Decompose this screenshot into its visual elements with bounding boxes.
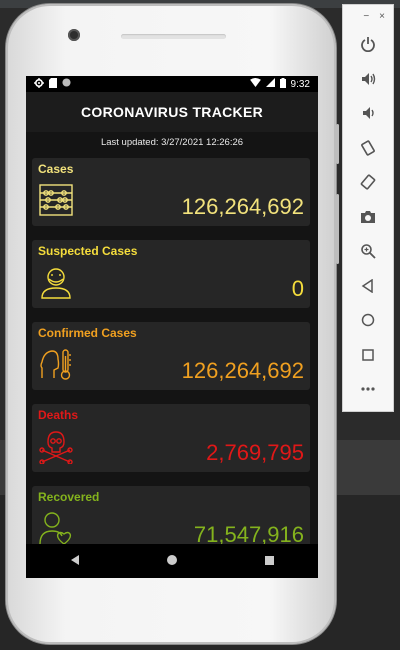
minimize-button[interactable]: − — [363, 11, 369, 22]
fever-thermometer-icon — [40, 349, 71, 380]
home-icon — [361, 314, 375, 327]
back-icon — [361, 278, 373, 293]
back-button[interactable] — [343, 269, 393, 304]
screenshot-button[interactable] — [343, 200, 393, 235]
home-icon — [166, 554, 177, 565]
volume-down-icon — [363, 107, 374, 120]
more-button[interactable] — [343, 372, 393, 407]
stat-card-deaths[interactable]: Deaths 2,769,795 — [32, 404, 310, 472]
toolbar-window-controls: − × — [343, 5, 393, 27]
volume-up-icon — [362, 72, 376, 85]
navigation-bar — [26, 544, 318, 578]
last-updated: Last updated: 3/27/2021 12:26:26 — [26, 132, 318, 152]
home-button[interactable] — [343, 303, 393, 338]
rotate-left-icon — [361, 140, 375, 156]
recovered-person-icon — [39, 512, 72, 544]
front-camera — [68, 29, 80, 41]
volume-up-button[interactable] — [343, 62, 393, 97]
card-title: Cases — [38, 162, 74, 176]
card-value: 126,264,692 — [181, 358, 304, 383]
phone-frame: 9:32 CORONAVIRUS TRACKER Last updated: 3… — [6, 4, 339, 644]
abacus-icon — [39, 184, 73, 216]
status-time: 9:32 — [290, 78, 310, 90]
close-button[interactable]: × — [379, 11, 385, 22]
card-value: 2,769,795 — [206, 440, 304, 465]
sync-circle-icon — [62, 78, 71, 90]
rotate-right-icon — [360, 174, 376, 190]
stat-card-suspected[interactable]: Suspected Cases 0 — [32, 240, 310, 308]
card-title: Recovered — [38, 490, 100, 504]
overview-icon — [362, 349, 374, 361]
nav-back-button[interactable] — [45, 554, 105, 568]
app-title: CORONAVIRUS TRACKER — [81, 104, 263, 120]
wifi-icon — [249, 78, 261, 90]
nav-home-button[interactable] — [142, 554, 202, 569]
volume-rocker — [336, 194, 339, 264]
card-title: Confirmed Cases — [38, 326, 137, 340]
card-value: 0 — [291, 276, 304, 301]
back-icon — [70, 555, 79, 565]
stat-card-cases[interactable]: Cases 126,264,692 — [32, 158, 310, 226]
app-bar: CORONAVIRUS TRACKER — [26, 92, 318, 132]
overview-button[interactable] — [343, 338, 393, 373]
skull-crossbones-icon — [39, 431, 73, 464]
power-icon — [361, 37, 375, 53]
power-button[interactable] — [343, 27, 393, 62]
recents-icon — [264, 556, 274, 565]
emulator-toolbar: − × — [342, 4, 394, 412]
card-title: Suspected Cases — [38, 244, 138, 258]
status-bar: 9:32 — [26, 76, 318, 92]
zoom-icon — [361, 244, 376, 259]
card-title: Deaths — [38, 408, 79, 422]
zoom-button[interactable] — [343, 234, 393, 269]
masked-person-icon — [41, 268, 71, 299]
stats-list[interactable]: Cases 126,264,692 Suspected Cases 0 Conf… — [26, 158, 318, 544]
signal-icon — [265, 78, 275, 90]
settings-gear-icon — [34, 77, 44, 91]
earpiece-speaker — [121, 34, 226, 39]
nav-recents-button[interactable] — [239, 554, 299, 568]
card-value: 126,264,692 — [181, 194, 304, 219]
screenshot-icon — [361, 210, 375, 223]
device-screen: 9:32 CORONAVIRUS TRACKER Last updated: 3… — [26, 76, 318, 578]
card-value: 71,547,916 — [193, 522, 304, 544]
volume-down-button[interactable] — [343, 96, 393, 131]
stat-card-recovered[interactable]: Recovered 71,547,916 — [32, 486, 310, 544]
sd-card-icon — [49, 77, 57, 91]
more-icon — [361, 387, 375, 391]
side-button — [336, 124, 339, 164]
battery-icon — [279, 77, 286, 91]
stat-card-confirmed[interactable]: Confirmed Cases 126,264,692 — [32, 322, 310, 390]
rotate-right-button[interactable] — [343, 165, 393, 200]
rotate-left-button[interactable] — [343, 131, 393, 166]
last-updated-text: Last updated: 3/27/2021 12:26:26 — [100, 136, 244, 148]
